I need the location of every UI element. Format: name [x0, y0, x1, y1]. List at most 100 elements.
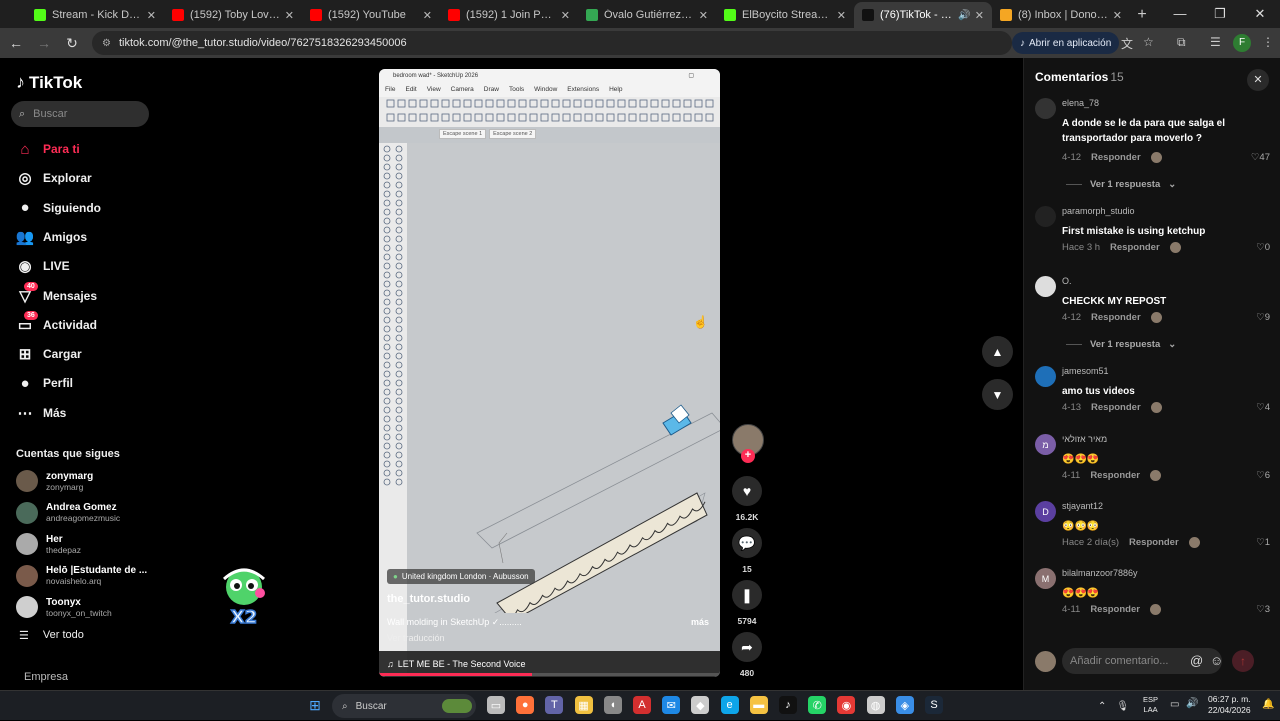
github-icon[interactable]: ◍ — [866, 696, 885, 714]
back-icon[interactable]: ← — [4, 35, 28, 51]
reply-button[interactable]: Responder — [1091, 152, 1141, 163]
sidebar-item-explorar[interactable]: ◎ Explorar — [16, 169, 91, 187]
address-bar[interactable]: ⚙ tiktok.com/@the_tutor.studio/video/762… — [92, 31, 1012, 55]
following-item[interactable]: Helō |Estudante de ... novaishelo.arq — [16, 564, 147, 587]
comment-username[interactable]: מאיר אזולאי — [1062, 434, 1107, 444]
mail-icon[interactable]: ✉ — [662, 696, 681, 714]
recorder-icon[interactable]: ◖ — [603, 696, 622, 714]
close-window-icon[interactable]: ✕ — [1240, 0, 1280, 28]
tab-close-icon[interactable]: ✕ — [699, 9, 708, 22]
file-explorer-icon[interactable]: ▬ — [749, 696, 768, 714]
reply-button[interactable]: Responder — [1090, 470, 1140, 481]
comment-like-button[interactable]: ♡47 — [1251, 152, 1270, 163]
close-comments-button[interactable]: ✕ — [1247, 69, 1269, 91]
comment-avatar[interactable]: מ — [1035, 434, 1056, 455]
notification-icon[interactable]: 🔔 — [1262, 699, 1274, 710]
browser-tab[interactable]: Stream - Kick Dashboard ✕ — [26, 2, 164, 28]
site-info-icon[interactable]: ⚙ — [102, 38, 111, 49]
volume-icon[interactable]: 🔊 — [1186, 698, 1198, 709]
tray-overflow-icon[interactable]: ⌃ — [1098, 701, 1106, 712]
forward-icon[interactable]: → — [32, 35, 56, 51]
profile-avatar[interactable]: F — [1233, 34, 1251, 52]
reply-button[interactable]: Responder — [1091, 402, 1141, 413]
steam-icon[interactable]: S — [925, 696, 943, 714]
browser-tab[interactable]: (76)TikTok - Make Yo🔊 ✕ — [854, 2, 992, 28]
view-replies-button[interactable]: Ver 1 respuesta ⌄ — [1066, 339, 1176, 350]
browser-tab[interactable]: ElBoycito Stream - Watch ✕ — [716, 2, 854, 28]
minimize-icon[interactable]: — — [1160, 0, 1200, 28]
reply-button[interactable]: Responder — [1091, 312, 1141, 323]
tab-close-icon[interactable]: ✕ — [1113, 9, 1122, 22]
chrome-icon[interactable]: ◉ — [837, 696, 856, 714]
follow-plus-button[interactable]: + — [741, 449, 755, 463]
reading-list-icon[interactable]: ☰ — [1210, 35, 1221, 49]
tab-audio-icon[interactable]: 🔊 — [958, 10, 970, 21]
unity-icon[interactable]: ◆ — [691, 696, 710, 714]
browser-tab[interactable]: (8) Inbox | Donoclip ✕ — [992, 2, 1130, 28]
acrobat-icon[interactable]: A — [633, 696, 651, 714]
task-view-icon[interactable]: ▭ — [487, 696, 505, 714]
comment-input[interactable]: Añadir comentario... @ ☺ — [1062, 648, 1223, 674]
comment-username[interactable]: elena_78 — [1062, 98, 1099, 108]
see-all-button[interactable]: ☰ Ver todo — [19, 629, 84, 642]
comment-like-button[interactable]: ♡4 — [1256, 402, 1270, 413]
microphone-icon[interactable]: 🎙 — [1116, 701, 1129, 712]
menu-icon[interactable]: ⋮ — [1262, 35, 1274, 49]
company-link[interactable]: Empresa — [24, 671, 68, 683]
location-tag[interactable]: ● United kingdom London · Aubusson — [387, 569, 535, 584]
comment-username[interactable]: O. — [1062, 276, 1072, 286]
caption-more-button[interactable]: más — [691, 617, 709, 627]
view-replies-button[interactable]: Ver 1 respuesta ⌄ — [1066, 179, 1176, 190]
network-icon[interactable]: ▭ — [1170, 699, 1179, 710]
language-indicator[interactable]: ESP LAA — [1143, 695, 1158, 715]
browser-tab[interactable]: (1592) 1 Join Push Pull Pl ✕ — [440, 2, 578, 28]
reload-icon[interactable]: ↻ — [60, 35, 84, 52]
store-icon[interactable]: ▦ — [574, 696, 593, 714]
clock[interactable]: 06:27 p. m. 22/04/2026 — [1208, 694, 1251, 716]
previous-video-button[interactable]: ▲ — [982, 336, 1013, 367]
sketchup-icon[interactable]: ◈ — [895, 696, 914, 714]
browser-tab[interactable]: (1592) Toby Love - Tengo ✕ — [164, 2, 302, 28]
edge-icon[interactable]: e — [720, 696, 739, 714]
comment-button[interactable]: 💬 15 — [731, 528, 763, 574]
tab-close-icon[interactable]: ✕ — [837, 9, 846, 22]
sidebar-item-cargar[interactable]: ⊞ Cargar — [16, 345, 82, 363]
following-item[interactable]: Andrea Gomez andreagomezmusic — [16, 501, 120, 524]
tab-close-icon[interactable]: ✕ — [423, 9, 432, 22]
sidebar-item-live[interactable]: ◉ LIVE — [16, 257, 69, 275]
sidebar-item-perfil[interactable]: ● Perfil — [16, 374, 73, 392]
reply-button[interactable]: Responder — [1110, 242, 1160, 253]
browser-tab[interactable]: (1592) YouTube ✕ — [302, 2, 440, 28]
new-tab-button[interactable]: + — [1130, 2, 1154, 28]
tab-close-icon[interactable]: ✕ — [975, 9, 984, 22]
send-arrow-icon[interactable]: ↑ — [1232, 650, 1254, 672]
comment-avatar[interactable]: D — [1035, 501, 1056, 522]
following-item[interactable]: Her thedepaz — [16, 533, 81, 555]
comment-username[interactable]: paramorph_studio — [1062, 206, 1135, 216]
video-progress-bar[interactable] — [379, 673, 720, 676]
tab-close-icon[interactable]: ✕ — [285, 9, 294, 22]
comment-avatar[interactable] — [1035, 206, 1056, 227]
whatsapp-icon[interactable]: ✆ — [808, 696, 827, 714]
sidebar-item-mensajes[interactable]: ▽ 40 Mensajes — [16, 281, 97, 305]
translate-icon[interactable]: 文 — [1121, 35, 1133, 52]
sidebar-item-siguiendo[interactable]: ● Siguiendo — [16, 199, 101, 217]
comment-avatar[interactable] — [1035, 366, 1056, 387]
sidebar-item-para-ti[interactable]: ⌂ Para ti — [16, 140, 79, 158]
open-in-app-button[interactable]: ♪ Abrir en aplicación — [1012, 32, 1120, 54]
video-author[interactable]: the_tutor.studio — [387, 593, 470, 605]
comment-avatar[interactable] — [1035, 276, 1056, 297]
search-input[interactable]: ⌕ Buscar — [11, 101, 149, 127]
following-item[interactable]: zonymarg zonymarg — [16, 470, 93, 492]
extensions-icon[interactable]: ⧉ — [1177, 35, 1186, 50]
emoji-icon[interactable]: ☺ — [1210, 648, 1223, 674]
comment-avatar[interactable] — [1035, 98, 1056, 119]
firefox-icon[interactable]: ● — [516, 696, 535, 714]
reply-button[interactable]: Responder — [1090, 604, 1140, 615]
windows-start-icon[interactable]: ⊞ — [306, 696, 324, 714]
browser-tab[interactable]: Óvalo Gutiérrez - Google ✕ — [578, 2, 716, 28]
mention-icon[interactable]: @ — [1190, 648, 1203, 674]
share-button[interactable]: ➦ 480 — [731, 632, 763, 678]
sidebar-item-actividad[interactable]: ▭ 36 Actividad — [16, 310, 97, 334]
comment-like-button[interactable]: ♡3 — [1256, 604, 1270, 615]
